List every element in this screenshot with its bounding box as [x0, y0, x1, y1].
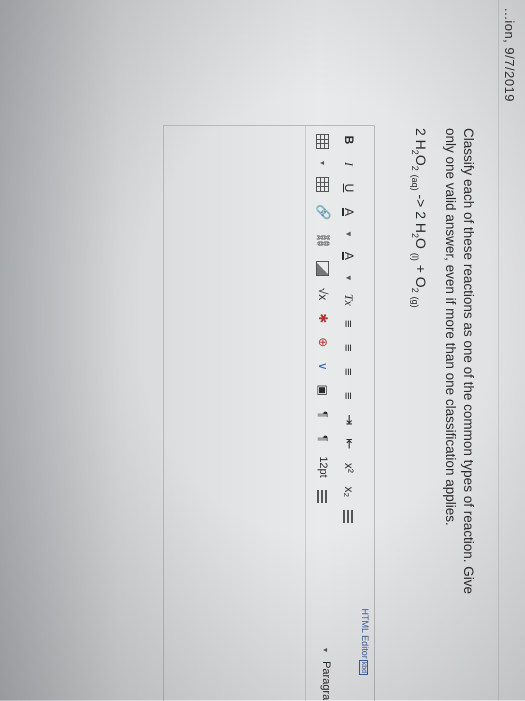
font-color-button[interactable]: A — [342, 206, 356, 218]
plugin-icon[interactable]: ⊕ — [316, 336, 330, 348]
image-icon[interactable] — [316, 260, 330, 276]
chemical-equation: 2 H2O2 (aq) -> 2 H2O (l) + O2 (g) — [410, 128, 429, 308]
bold-button[interactable]: B — [342, 134, 356, 146]
html-editor: HTML Editorkbd B I U A ▼ A ▼ Tx ≡ ≡ ≡ ≡ … — [163, 125, 375, 701]
keyboard-icon: kbd — [359, 659, 368, 675]
numbered-list-icon[interactable] — [317, 489, 329, 503]
chevron-down-icon[interactable]: ▼ — [345, 230, 354, 238]
indent-icon[interactable]: ⇥ — [341, 414, 357, 426]
embed-icon[interactable]: ▣ — [316, 384, 330, 396]
chevron-down-icon[interactable]: ▼ — [345, 274, 354, 282]
superscript-button[interactable]: x² — [342, 462, 356, 474]
chevron-down-icon[interactable]: ▾ — [321, 648, 330, 652]
font-size-select[interactable]: 12pt — [317, 456, 329, 477]
chevron-down-icon[interactable]: ▾ — [319, 161, 328, 165]
highlight-button[interactable]: A — [342, 250, 356, 262]
special-character-icon[interactable]: ✱ — [316, 312, 330, 324]
media-icon[interactable] — [316, 177, 330, 193]
toolbar-row-2: ▾ 🔗 ⛓ √x ✱ ⊕ ∨ ▣ ¶ ¶ 12pt — [312, 134, 334, 503]
header-fragment: ...ion, 9/7/2019 — [502, 8, 517, 103]
paragraph-format-value: Paragra — [320, 661, 332, 701]
bullet-list-icon[interactable] — [343, 509, 355, 523]
math-equation-icon[interactable]: √x — [316, 288, 330, 301]
toolbar-row-1: B I U A ▼ A ▼ Tx ≡ ≡ ≡ ≡ ⇥ ⇤ x² x₂ — [338, 134, 360, 523]
subscript-button[interactable]: x₂ — [342, 486, 356, 498]
unlink-icon[interactable]: ⛓ — [315, 232, 331, 249]
editor-text-area[interactable] — [164, 126, 306, 701]
rotated-screen: ...ion, 9/7/2019 Classify each of these … — [0, 0, 525, 701]
table-icon[interactable] — [316, 134, 330, 149]
question-page: ...ion, 9/7/2019 Classify each of these … — [0, 0, 525, 701]
align-left-icon[interactable]: ≡ — [342, 318, 357, 330]
question-text: Classify each of these reactions as one … — [443, 128, 476, 594]
rtl-icon[interactable]: ¶ — [316, 432, 330, 444]
italic-button[interactable]: I — [342, 158, 357, 170]
clear-format-button[interactable]: Tx — [342, 294, 357, 306]
justify-icon[interactable]: ≡ — [342, 390, 357, 402]
underline-button[interactable]: U — [342, 182, 356, 194]
apps-icon[interactable]: ∨ — [316, 360, 330, 372]
ltr-icon[interactable]: ¶ — [316, 408, 330, 420]
align-right-icon[interactable]: ≡ — [342, 366, 357, 378]
html-editor-label[interactable]: HTML Editorkbd — [359, 609, 370, 675]
divider — [498, 0, 499, 700]
link-icon[interactable]: 🔗 — [315, 204, 331, 220]
paragraph-format-select[interactable]: ▾ Paragra — [320, 648, 332, 700]
outdent-icon[interactable]: ⇤ — [341, 438, 357, 450]
align-center-icon[interactable]: ≡ — [342, 342, 357, 354]
